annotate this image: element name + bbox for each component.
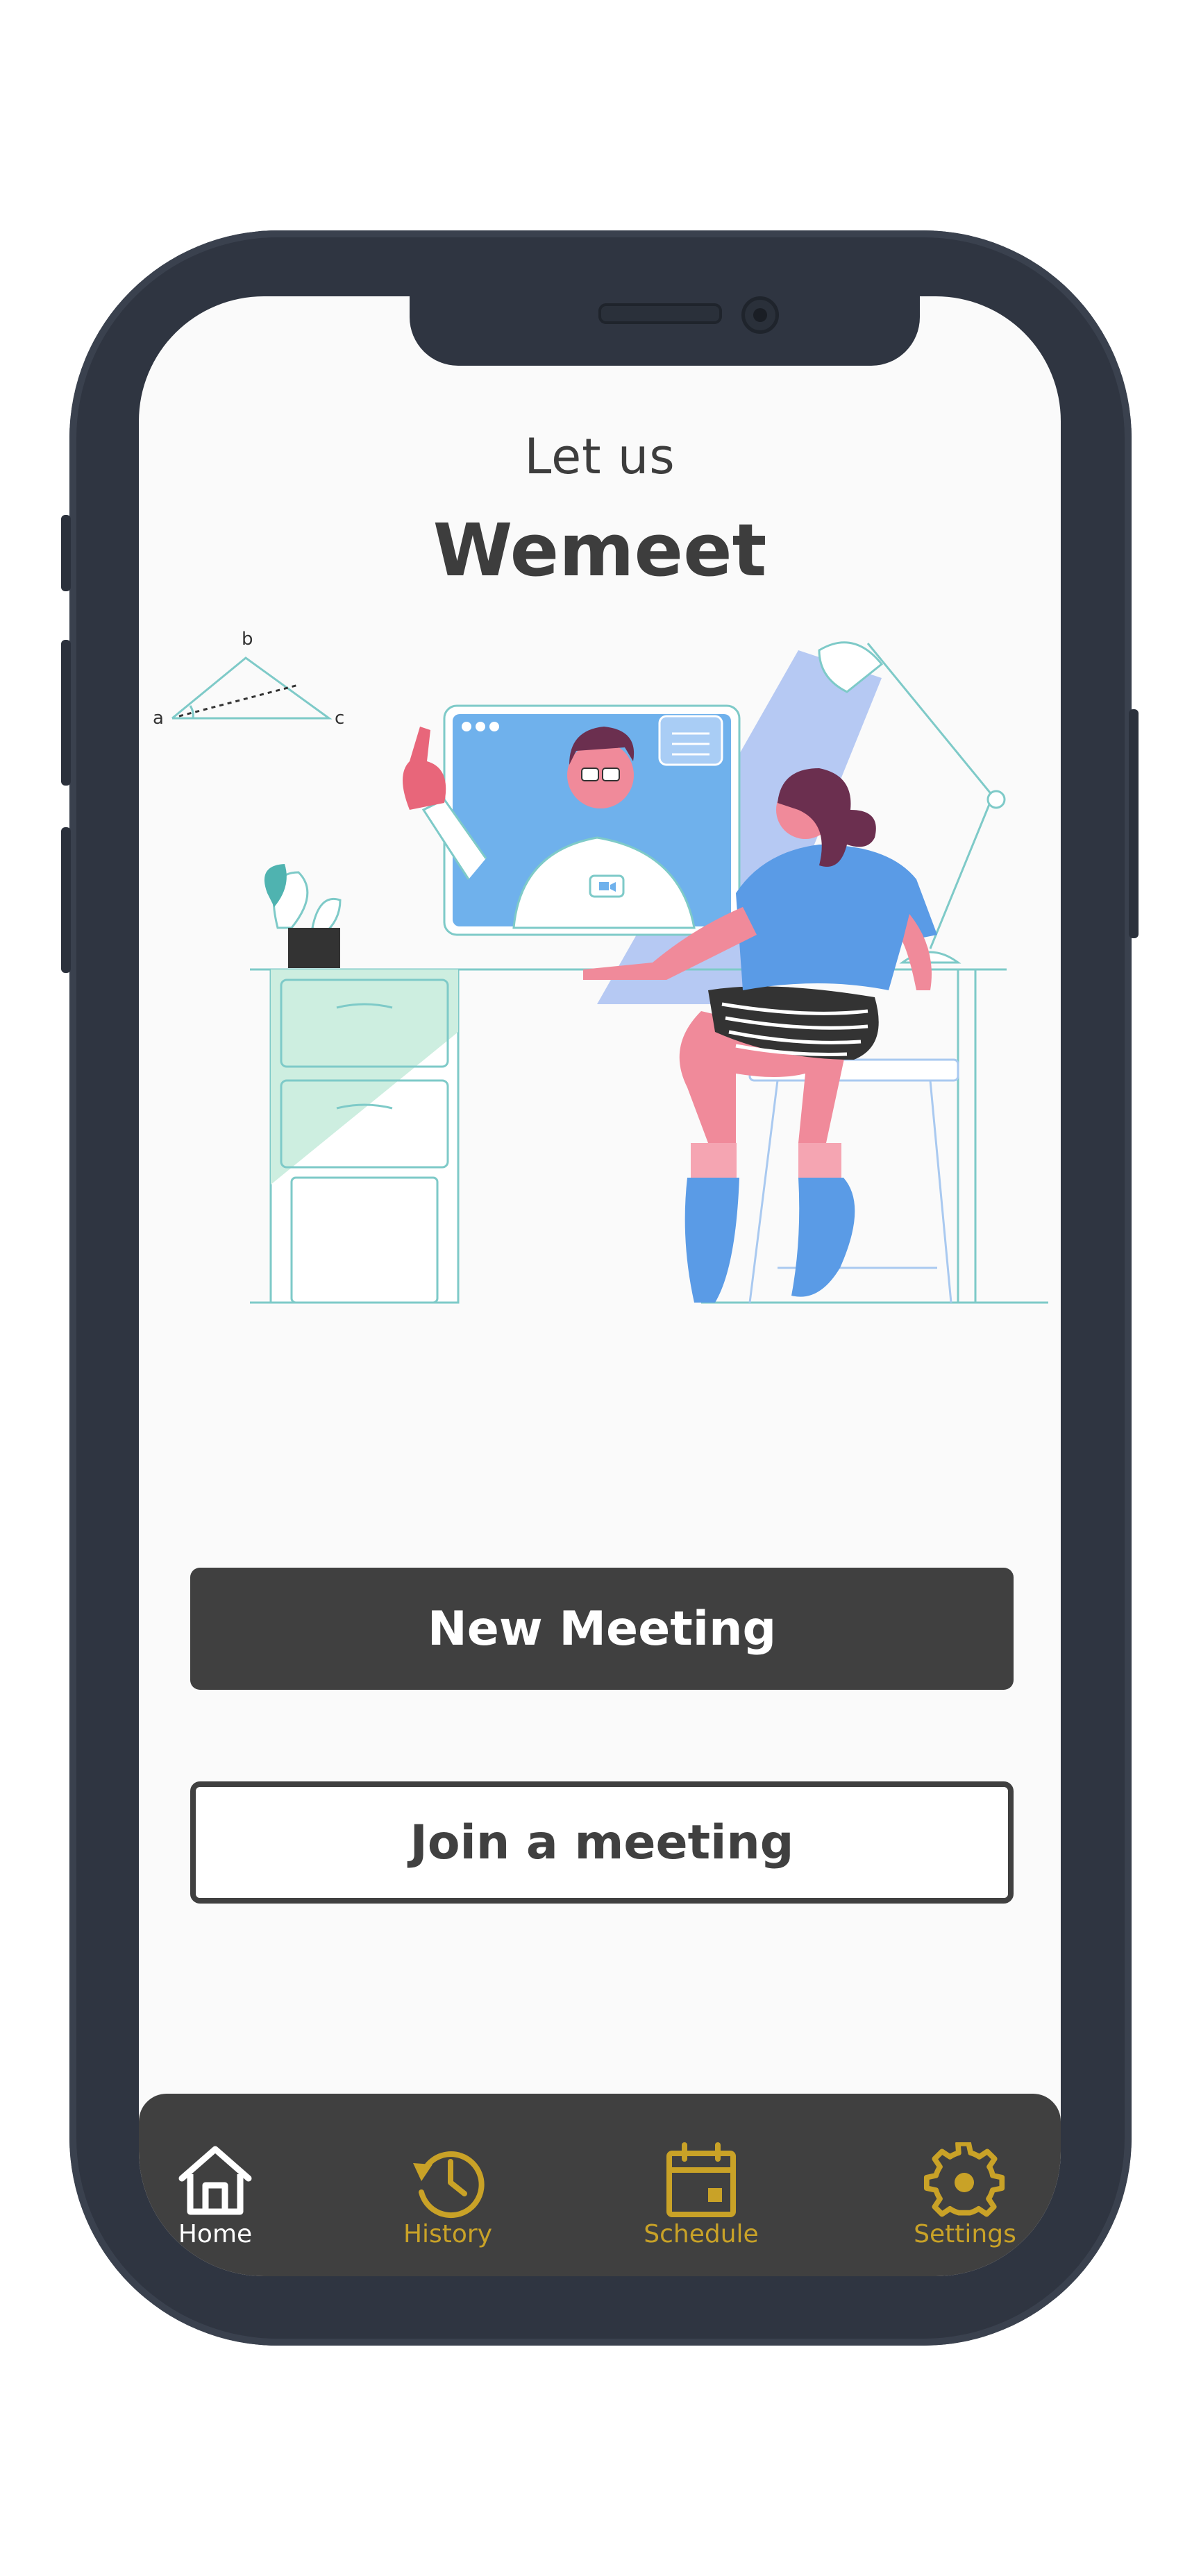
desk xyxy=(250,968,1048,1304)
tab-settings[interactable]: Settings xyxy=(882,2142,1048,2260)
gear-icon xyxy=(923,2142,1005,2217)
app-title: Wemeet xyxy=(432,508,767,593)
new-meeting-button[interactable]: New Meeting xyxy=(190,1568,1014,1690)
power-button xyxy=(1129,709,1139,938)
tab-schedule-label: Schedule xyxy=(644,2220,759,2248)
front-camera xyxy=(741,296,779,334)
volume-up-button xyxy=(61,640,71,786)
pointing-hand xyxy=(403,727,446,810)
mute-switch xyxy=(61,515,71,591)
triangle-label-a: a xyxy=(153,708,164,729)
history-icon xyxy=(413,2151,485,2219)
triangle-label-b: b xyxy=(242,629,253,650)
speaker xyxy=(598,303,722,324)
header-subtitle: Let us xyxy=(524,428,675,485)
tab-schedule[interactable]: Schedule xyxy=(618,2142,784,2260)
notch xyxy=(410,296,920,366)
home-icon xyxy=(178,2146,252,2215)
chair xyxy=(748,1058,959,1303)
tab-home[interactable]: Home xyxy=(139,2142,299,2260)
hero-illustration: b a c xyxy=(153,629,1048,1304)
triangle-label-c: c xyxy=(335,708,344,729)
phone-frame: Let us Wemeet b a c New Meeting Join a m… xyxy=(61,230,1139,2346)
tab-home-label: Home xyxy=(178,2220,253,2248)
monitor xyxy=(443,704,741,936)
tab-history-label: History xyxy=(403,2220,493,2248)
join-meeting-button[interactable]: Join a meeting xyxy=(190,1781,1014,1904)
volume-down-button xyxy=(61,827,71,973)
tab-history[interactable]: History xyxy=(364,2142,531,2260)
bottom-tab-bar: Home History Schedule Settings xyxy=(139,2094,1061,2276)
potted-plant xyxy=(264,864,342,968)
tab-settings-label: Settings xyxy=(914,2220,1016,2248)
triangle-drawing xyxy=(171,656,333,720)
calendar-icon xyxy=(666,2142,736,2217)
app-screen: Let us Wemeet b a c New Meeting Join a m… xyxy=(139,296,1061,2276)
